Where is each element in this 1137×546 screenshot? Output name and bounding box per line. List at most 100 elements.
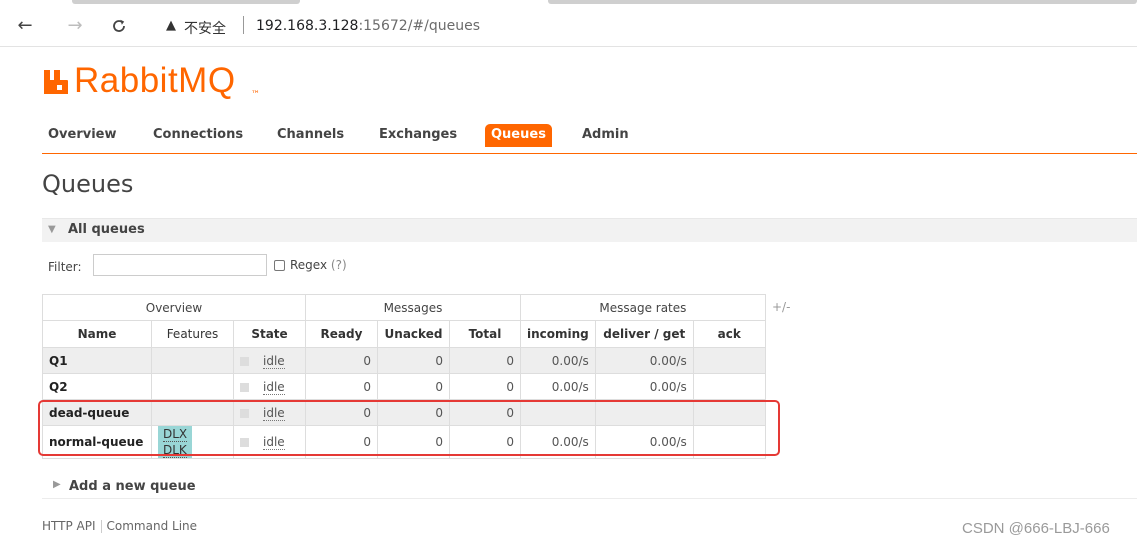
queue-ack	[692, 347, 766, 374]
queue-name-link[interactable]: Q1	[42, 347, 152, 374]
queue-name-link[interactable]: normal-queue	[42, 425, 152, 459]
column-name[interactable]: Name	[42, 320, 152, 348]
column-deliver-get[interactable]: deliver / get	[594, 320, 694, 348]
url-path: :15672/#/queues	[358, 18, 481, 34]
queue-name-link[interactable]: dead-queue	[42, 399, 152, 426]
toggle-columns-button[interactable]: +/-	[772, 300, 790, 314]
add-queue-label: Add a new queue	[69, 479, 196, 494]
queue-ack	[692, 425, 766, 459]
logo-trademark: ™	[251, 90, 260, 100]
state-text: idle	[263, 405, 285, 421]
queue-incoming: 0.00/s	[520, 347, 596, 374]
rabbit-logo-icon	[44, 70, 68, 94]
queue-incoming	[520, 399, 596, 426]
state-indicator-icon	[240, 438, 249, 447]
queue-deliver-get: 0.00/s	[594, 373, 694, 400]
feature-tag-dlk: DLK	[158, 442, 192, 458]
state-text: idle	[263, 379, 285, 395]
column-state[interactable]: State	[233, 320, 306, 348]
queue-state: idle	[233, 373, 306, 400]
queue-unacked: 0	[377, 425, 450, 459]
table-row[interactable]: normal-queue DLXDLK idle 0 0 0 0.00/s 0.…	[42, 425, 766, 459]
footer: HTTP API Command Line	[42, 519, 197, 533]
column-total[interactable]: Total	[449, 320, 521, 348]
watermark: CSDN @666-LBJ-666	[962, 520, 1110, 537]
queue-features	[151, 399, 234, 426]
queue-state: idle	[233, 425, 306, 459]
queue-incoming: 0.00/s	[520, 373, 596, 400]
queue-ready: 0	[305, 347, 378, 374]
queue-ready: 0	[305, 373, 378, 400]
column-unacked[interactable]: Unacked	[377, 320, 450, 348]
queues-table: Overview Messages Message rates Name Fea…	[42, 294, 766, 459]
queue-ack	[692, 373, 766, 400]
logo-text: RabbitMQ	[74, 61, 236, 100]
address-bar[interactable]: 192.168.3.128:15672/#/queues	[256, 18, 480, 34]
security-warning[interactable]: 不安全	[184, 18, 226, 38]
tab-strip-segment	[548, 0, 1137, 4]
queue-ack	[692, 399, 766, 426]
tab-admin[interactable]: Admin	[582, 127, 629, 142]
column-ack[interactable]: ack	[692, 320, 766, 348]
group-overview: Overview	[42, 294, 306, 321]
group-message-rates: Message rates	[520, 294, 766, 321]
queue-total: 0	[449, 373, 521, 400]
regex-checkbox[interactable]	[274, 260, 285, 271]
queue-state: idle	[233, 347, 306, 374]
queue-name-link[interactable]: Q2	[42, 373, 152, 400]
queue-total: 0	[449, 347, 521, 374]
group-messages: Messages	[305, 294, 521, 321]
add-queue-section-toggle[interactable]: ▶ Add a new queue	[42, 474, 1137, 499]
feature-tag-dlx: DLX	[158, 426, 193, 442]
regex-label: Regex (?)	[290, 258, 347, 272]
table-row[interactable]: Q2 idle 0 0 0 0.00/s 0.00/s	[42, 373, 766, 400]
browser-toolbar: ← → ▲ 不安全 192.168.3.128:15672/#/queues	[0, 6, 1137, 47]
queue-total: 0	[449, 425, 521, 459]
tab-overview[interactable]: Overview	[48, 127, 117, 142]
footer-link-http-api[interactable]: HTTP API	[42, 519, 96, 533]
page-title: Queues	[42, 170, 134, 198]
tab-connections[interactable]: Connections	[153, 127, 243, 142]
collapse-triangle-icon: ▼	[48, 224, 56, 235]
arrow-right-icon[interactable]: →	[64, 15, 86, 37]
regex-text: Regex	[290, 258, 328, 272]
main-nav-tabs: Overview Connections Channels Exchanges …	[42, 124, 1137, 154]
queue-unacked: 0	[377, 373, 450, 400]
all-queues-section-toggle[interactable]: ▼ All queues	[42, 218, 1137, 242]
queue-deliver-get: 0.00/s	[594, 347, 694, 374]
queue-incoming: 0.00/s	[520, 425, 596, 459]
column-incoming[interactable]: incoming	[520, 320, 596, 348]
tab-channels[interactable]: Channels	[277, 127, 344, 142]
queue-ready: 0	[305, 399, 378, 426]
tab-exchanges[interactable]: Exchanges	[379, 127, 457, 142]
filter-label: Filter:	[48, 260, 82, 274]
tab-strip-segment	[72, 0, 300, 4]
state-indicator-icon	[240, 382, 249, 392]
reload-icon[interactable]	[108, 15, 130, 37]
arrow-left-icon[interactable]: ←	[14, 15, 36, 37]
queue-state: idle	[233, 399, 306, 426]
column-ready[interactable]: Ready	[305, 320, 378, 348]
feature-tag-text: DLX	[163, 427, 188, 442]
address-separator	[243, 16, 244, 34]
queue-unacked: 0	[377, 399, 450, 426]
footer-link-command-line[interactable]: Command Line	[107, 519, 198, 533]
queue-features	[151, 373, 234, 400]
state-indicator-icon	[240, 408, 249, 418]
queue-ready: 0	[305, 425, 378, 459]
queue-unacked: 0	[377, 347, 450, 374]
column-features: Features	[151, 320, 234, 348]
footer-separator	[100, 520, 102, 533]
tab-queues[interactable]: Queues	[485, 124, 552, 147]
table-row[interactable]: Q1 idle 0 0 0 0.00/s 0.00/s	[42, 347, 766, 374]
state-text: idle	[263, 435, 285, 450]
expand-triangle-icon: ▶	[53, 479, 61, 490]
feature-tag-text: DLK	[163, 443, 187, 458]
filter-input[interactable]	[93, 254, 267, 276]
queue-features: DLXDLK	[151, 425, 234, 459]
section-label: All queues	[68, 222, 145, 237]
table-row[interactable]: dead-queue idle 0 0 0	[42, 399, 766, 426]
state-indicator-icon	[240, 356, 249, 366]
queue-features	[151, 347, 234, 374]
regex-help-link[interactable]: (?)	[331, 258, 347, 272]
